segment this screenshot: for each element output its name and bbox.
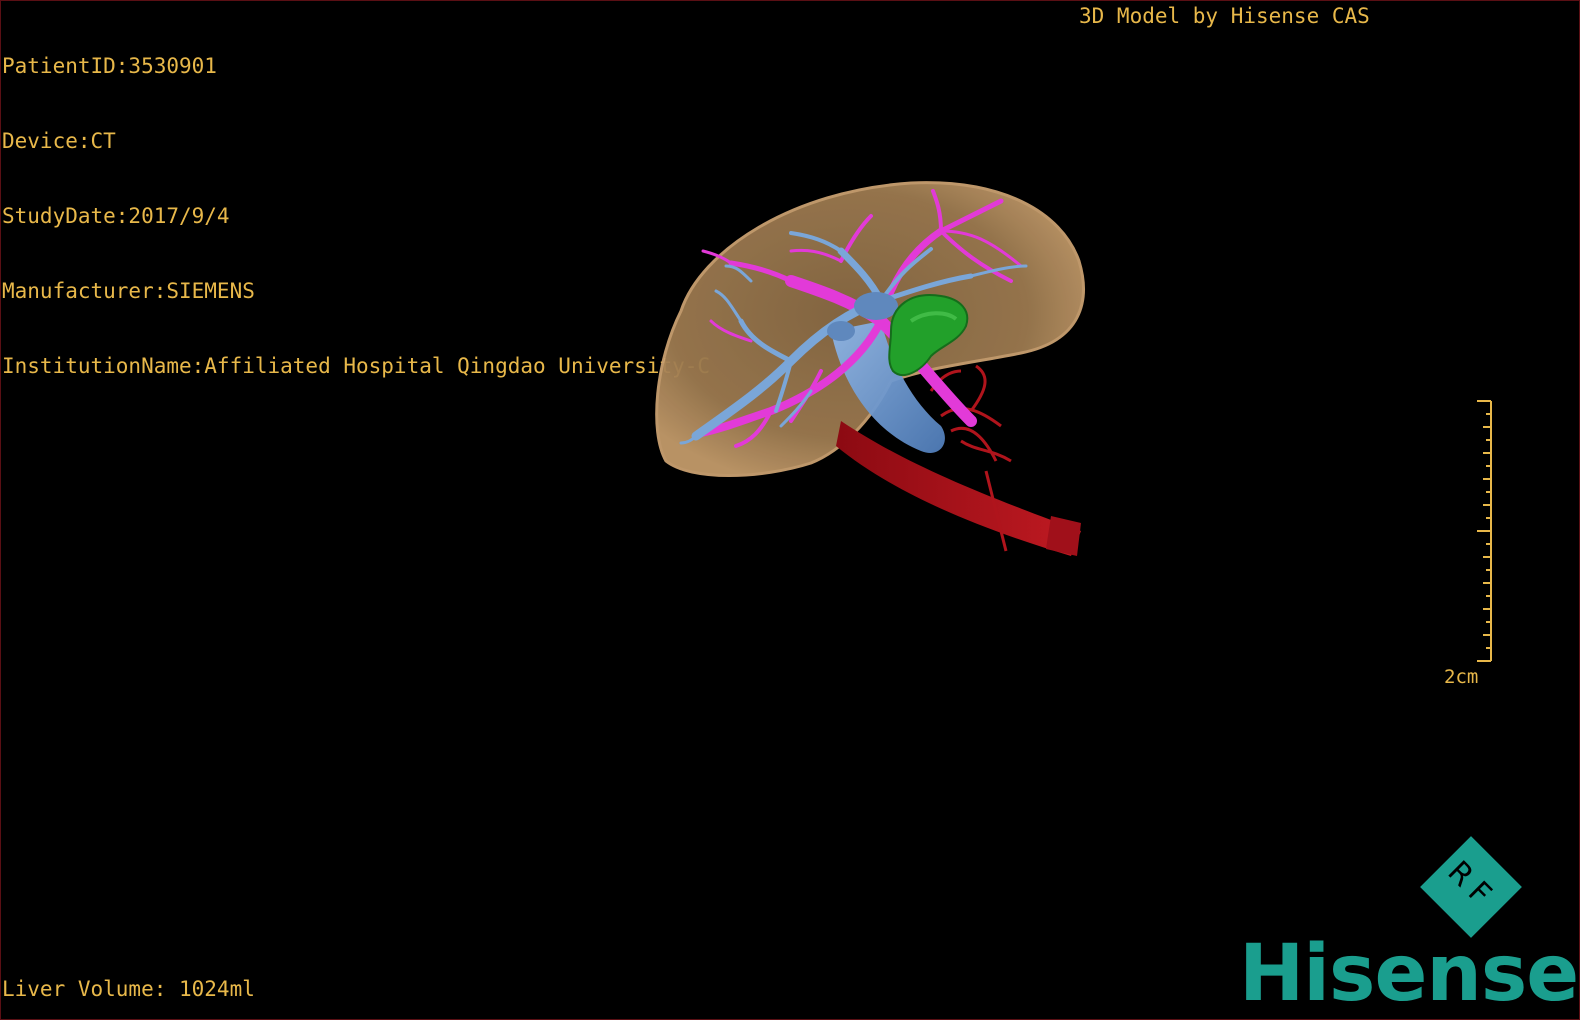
aorta xyxy=(836,421,1081,556)
patient-info-overlay: PatientID:3530901 Device:CT StudyDate:20… xyxy=(2,4,710,429)
3d-viewer[interactable]: PatientID:3530901 Device:CT StudyDate:20… xyxy=(0,0,1580,1020)
rf-diamond-icon: RF xyxy=(1420,836,1522,938)
liver-3d-model[interactable] xyxy=(641,171,1101,571)
manufacturer: Manufacturer:SIEMENS xyxy=(2,279,255,303)
device: Device:CT xyxy=(2,129,116,153)
institution-name: InstitutionName:Affiliated Hospital Qing… xyxy=(2,354,711,378)
model-credit: 3D Model by Hisense CAS xyxy=(1079,4,1370,28)
scale-label: 2cm xyxy=(1444,666,1479,688)
patient-id: PatientID:3530901 xyxy=(2,54,217,78)
liver-volume-readout: Liver Volume: 1024ml xyxy=(2,977,255,1001)
study-date: StudyDate:2017/9/4 xyxy=(2,204,230,228)
scale-bar xyxy=(1477,400,1492,662)
hisense-logo: Hisense xyxy=(1239,929,1579,1019)
